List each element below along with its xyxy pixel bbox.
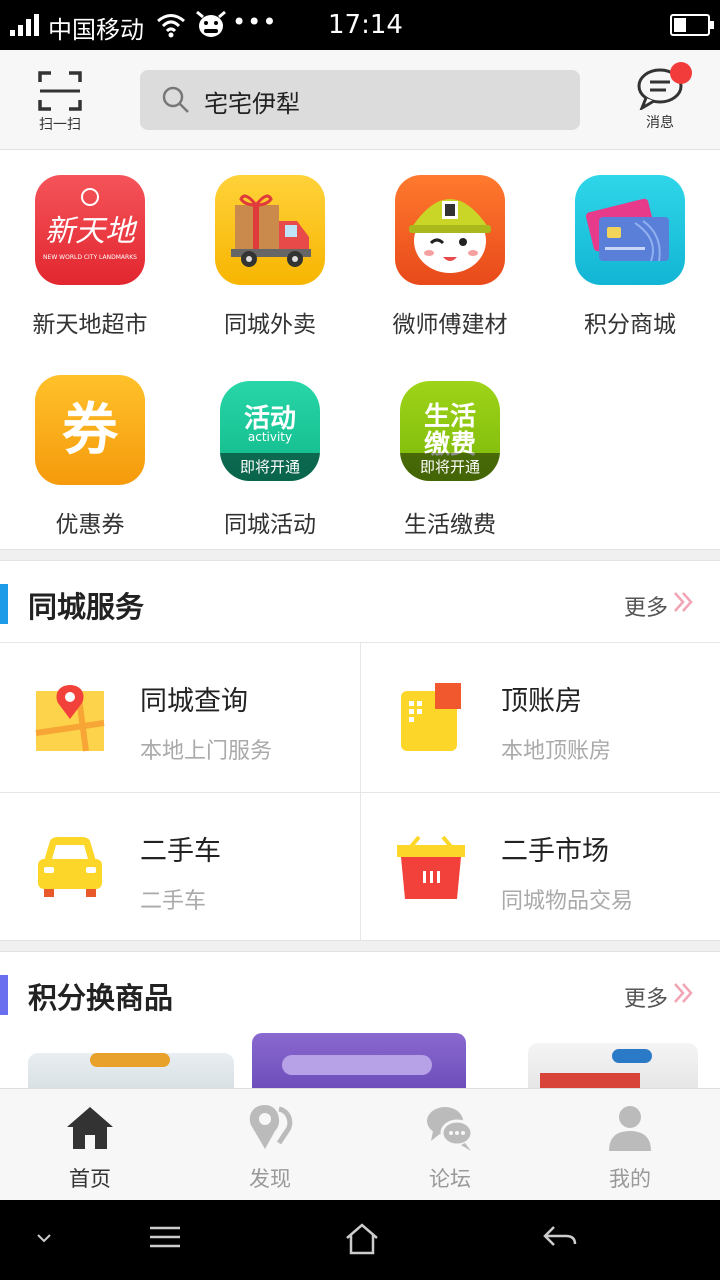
product-thumbnail[interactable]: [252, 1033, 466, 1088]
double-chevron-right-icon: [674, 592, 693, 612]
tab-discover[interactable]: 发现: [180, 1089, 360, 1201]
app-bill-payment[interactable]: 生活 缴费 即将开通 生活缴费: [360, 351, 540, 541]
status-bar: 中国移动 ••• 17:14: [0, 0, 720, 50]
message-button[interactable]: 消息: [630, 62, 692, 132]
tab-label: 论坛: [429, 1167, 471, 1191]
service-top-account-house[interactable]: 顶账房 本地顶账房: [360, 643, 720, 793]
app-logo-subtext: activity: [248, 430, 292, 444]
activity-icon: 活动 activity 即将开通: [220, 381, 320, 481]
search-text: 宅宅伊犁: [204, 90, 300, 118]
product-thumbnail[interactable]: [528, 1043, 698, 1088]
bottom-tab-bar: 首页 发现 论坛 我的: [0, 1088, 720, 1200]
app-city-delivery[interactable]: 同城外卖: [180, 151, 360, 341]
city-services-grid: 同城查询 本地上门服务 顶账房 本地顶账房 二手车 二手车 二手市场 同城物品交…: [0, 642, 720, 943]
service-used-car[interactable]: 二手车 二手车: [0, 793, 360, 943]
battery-icon: [670, 14, 714, 36]
section-divider: [0, 940, 720, 952]
app-label: 积分商城: [584, 312, 676, 338]
service-city-search[interactable]: 同城查询 本地上门服务: [0, 643, 360, 793]
service-title: 同城查询: [140, 686, 248, 717]
delivery-truck-icon: [215, 175, 325, 285]
cow-app-icon: [196, 10, 226, 37]
app-city-activities[interactable]: 活动 activity 即将开通 同城活动: [180, 351, 360, 541]
app-logo-text: 券: [62, 398, 119, 463]
section-divider: [0, 549, 720, 561]
app-logo-text: 新天地: [45, 214, 138, 249]
menu-icon[interactable]: [148, 1222, 182, 1252]
map-pin-icon: [35, 685, 105, 752]
top-header: 扫一扫 宅宅伊犁 消息: [0, 50, 720, 150]
service-subtitle: 同城物品交易: [501, 889, 634, 914]
new-world-supermarket-icon: 新天地 NEW WORLD CITY LANDMARKS: [35, 175, 145, 285]
app-label: 微师傅建材: [392, 312, 508, 338]
discover-pin-icon: [249, 1105, 293, 1149]
section-accent-bar: [0, 584, 8, 624]
service-title: 二手市场: [501, 836, 609, 867]
app-label: 优惠券: [55, 512, 125, 538]
tab-label: 首页: [69, 1167, 111, 1191]
app-grid: 新天地 NEW WORLD CITY LANDMARKS 新天地超市 同城外卖: [0, 151, 720, 550]
car-icon: [38, 837, 102, 897]
section-title: 积分换商品: [28, 981, 174, 1015]
coming-soon-badge: 即将开通: [220, 453, 320, 481]
service-subtitle: 二手车: [140, 889, 207, 914]
credit-card-icon: [575, 175, 685, 285]
app-label: 新天地超市: [32, 312, 148, 338]
signal-icon: [10, 14, 39, 36]
forum-chat-icon: [427, 1107, 474, 1151]
tab-home[interactable]: 首页: [0, 1089, 180, 1201]
section-title: 同城服务: [28, 590, 145, 624]
tab-label: 我的: [609, 1167, 651, 1191]
coming-soon-badge: 即将开通: [400, 453, 500, 481]
worker-helmet-icon: [395, 175, 505, 285]
profile-icon: [609, 1106, 651, 1151]
back-icon[interactable]: [542, 1222, 578, 1252]
double-chevron-right-icon: [674, 983, 693, 1003]
service-title: 顶账房: [501, 686, 582, 717]
city-services-header: 同城服务 更多: [0, 562, 720, 642]
service-subtitle: 本地顶账房: [501, 739, 612, 764]
service-title: 二手车: [140, 836, 221, 867]
service-subtitle: 本地上门服务: [140, 739, 273, 764]
carrier-name: 中国移动: [48, 16, 144, 44]
home-icon: [67, 1107, 113, 1149]
scan-icon: [38, 71, 82, 111]
product-thumbnail[interactable]: [28, 1053, 234, 1088]
points-goods-more-link[interactable]: 更多: [624, 981, 668, 1013]
scan-button[interactable]: 扫一扫: [30, 70, 90, 133]
search-icon: [162, 86, 189, 113]
clock: 17:14: [328, 10, 403, 40]
scan-label: 扫一扫: [39, 117, 81, 133]
search-input[interactable]: 宅宅伊犁: [140, 70, 580, 130]
app-new-world-supermarket[interactable]: 新天地 NEW WORLD CITY LANDMARKS 新天地超市: [0, 151, 180, 341]
coupon-icon: 券: [35, 375, 145, 485]
app-logo-subtext: NEW WORLD CITY LANDMARKS: [43, 254, 137, 261]
collapse-chevron-icon[interactable]: [36, 1232, 52, 1244]
city-services-more-link[interactable]: 更多: [624, 590, 668, 622]
app-label: 生活缴费: [404, 512, 496, 538]
app-logo-text: 生活: [424, 402, 476, 432]
home-key-icon[interactable]: [344, 1222, 380, 1256]
basket-icon: [397, 835, 465, 899]
app-coupons[interactable]: 券 优惠券: [0, 351, 180, 541]
bill-payment-icon: 生活 缴费 即将开通: [400, 381, 500, 481]
tab-forum[interactable]: 论坛: [360, 1089, 540, 1201]
unread-dot: [670, 62, 692, 84]
wifi-icon: [157, 14, 185, 38]
app-label: 同城活动: [224, 512, 316, 538]
tab-label: 发现: [249, 1167, 291, 1191]
app-label: 同城外卖: [224, 312, 316, 338]
app-master-building-materials[interactable]: 微师傅建材: [360, 151, 540, 341]
tab-profile[interactable]: 我的: [540, 1089, 720, 1201]
service-second-hand-market[interactable]: 二手市场 同城物品交易: [360, 793, 720, 943]
more-notifications-dots: •••: [232, 8, 278, 36]
points-products-strip: [0, 1033, 720, 1088]
points-goods-header: 积分换商品 更多: [0, 953, 720, 1033]
app-points-mall[interactable]: 积分商城: [540, 151, 720, 341]
building-icon: [401, 683, 461, 751]
section-accent-bar: [0, 975, 8, 1015]
message-label: 消息: [646, 115, 674, 131]
system-navigation-bar: [0, 1200, 720, 1280]
